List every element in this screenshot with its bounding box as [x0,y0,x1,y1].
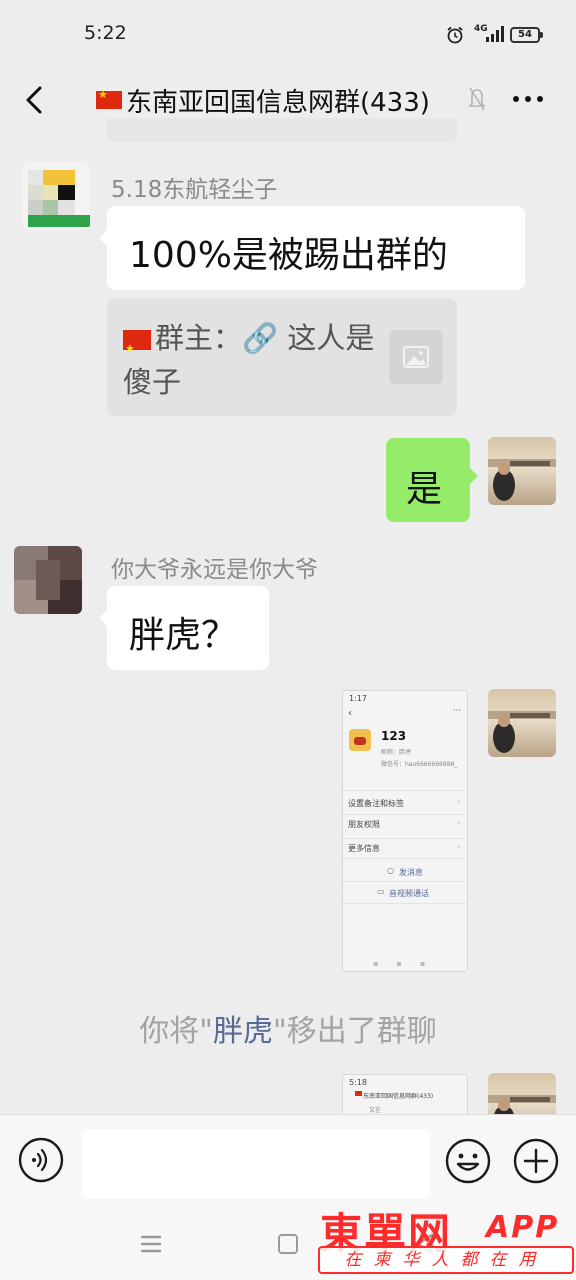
image-message[interactable]: 1:17 ‹ ··· 123 昵称：胖虎 微信号：hao6666666888_ … [342,690,468,972]
signal-bars-icon [486,26,504,42]
shot-row: 更多信息 [348,844,380,853]
status-bar: 5:22 4G 54 [0,0,576,70]
china-flag-icon [96,88,122,109]
system-suffix: "移出了群聊 [273,1014,437,1049]
system-prefix: 你将" [139,1014,213,1049]
emoji-icon[interactable] [444,1137,492,1185]
alarm-clock-icon [447,26,463,44]
back-arrow-icon[interactable] [18,80,54,120]
shot-profile-name: 123 [381,729,407,743]
voice-input-icon[interactable] [18,1137,64,1183]
shot-video-icon: ▭ [377,887,385,896]
home-icon[interactable] [278,1234,298,1254]
image-placeholder-icon [389,330,443,384]
quoted-message[interactable]: 群主：🔗 这人是傻子 [107,298,457,416]
plus-icon[interactable] [512,1137,560,1185]
battery-icon: 54 [510,27,543,43]
watermark-slogan: 在柬华人都在用 [318,1246,574,1274]
message-bubble[interactable]: 胖虎？ [99,586,269,670]
shot-row: 设置备注和标签 [348,799,404,808]
shot-nickname: 昵称：胖虎 [381,749,412,756]
shot2-title: 东南亚回国信息网群(433) [363,1093,434,1100]
chat-title: 东南亚回国信息网群(433) [96,80,430,120]
shot-status-time: 1:17 [349,694,367,703]
sender-name: 5.18东航轻尘子 [111,177,278,203]
chevron-right-icon: › [457,818,461,827]
avatar[interactable] [22,162,90,230]
watermark-app: APP [486,1210,560,1245]
mute-icon [468,87,486,111]
chat-title-text: 东南亚回国信息网群(433) [126,87,430,118]
my-avatar[interactable] [488,689,556,757]
avatar[interactable] [14,546,82,614]
shot-nav-icons: ▪▪▪ [373,959,444,968]
china-flag-icon [123,327,151,371]
more-options-icon[interactable] [510,88,546,110]
cellular-signal-icon: 4G [474,24,504,44]
shot-back-icon: ‹ [348,708,352,719]
message-bubble[interactable]: 100%是被踢出群的 [99,206,525,290]
shot-row: 朋友权限 [348,820,380,829]
shot-avatar [349,729,371,751]
shot-action: 音视频通话 [389,889,429,898]
sender-name: 你大爷永远是你大爷 [111,557,318,583]
shot2-status-time: 5:18 [349,1078,367,1087]
chevron-right-icon: › [457,842,461,851]
status-time: 5:22 [84,22,127,44]
shot-wechat-id: 微信号：hao6666666888_ [381,761,458,768]
my-message-bubble[interactable]: 是 [386,438,478,522]
shot-chat-icon: ○ [387,866,394,875]
my-avatar[interactable] [488,437,556,505]
chevron-right-icon: › [457,797,461,806]
china-flag-icon [355,1091,362,1096]
recent-apps-icon[interactable] [140,1234,162,1254]
previous-message-fragment [107,118,457,142]
message-input[interactable] [82,1129,430,1199]
removed-member-link[interactable]: 胖虎 [213,1014,273,1049]
shot-more-icon: ··· [453,706,461,715]
quoted-text: 群主：🔗 这人是傻子 [123,316,379,404]
shot-action: 发消息 [399,868,423,877]
system-message: 你将"胖虎"移出了群聊 [0,1006,576,1050]
shot2-line: 又在 [369,1107,382,1114]
quoted-text-body: 群主：🔗 这人是傻子 [123,321,375,399]
watermark-logo: 東單网 APP 在柬华人都在用 [318,1196,576,1280]
